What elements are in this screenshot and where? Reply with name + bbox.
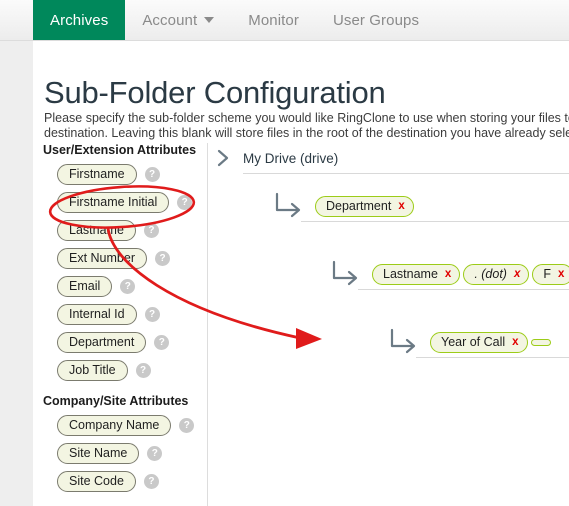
tag-label: Year of Call [441,334,506,349]
nav-left-spacer [0,0,33,40]
help-icon[interactable]: ? [177,195,193,210]
attribute-sidebar: User/Extension Attributes Firstname ? Fi… [33,143,208,506]
attribute-group-title-user-extension: User/Extension Attributes [43,143,197,157]
page-description: Please specify the sub-folder scheme you… [44,110,569,140]
attribute-item-email[interactable]: Email ? [41,276,207,297]
attribute-item-lastname[interactable]: Lastname ? [41,220,207,241]
tree-row-level-2[interactable]: Lastname x . (dot) x F x [328,259,569,289]
folder-scheme-tree: My Drive (drive) Department x Lastname x… [215,143,569,506]
attribute-pill-label[interactable]: Ext Number [57,248,147,269]
attribute-pill-label[interactable]: Internal Id [57,304,137,325]
attribute-item-firstname-initial[interactable]: Firstname Initial ? [41,192,207,213]
nav-item-archives-label: Archives [50,11,109,29]
nav-item-monitor-label: Monitor [248,11,299,29]
tree-row-level-1[interactable]: Department x [271,191,417,221]
attribute-pill-label[interactable]: Lastname [57,220,136,241]
help-icon[interactable]: ? [143,223,159,238]
attribute-item-internal-id[interactable]: Internal Id ? [41,304,207,325]
tag-list-level-3: Year of Call x [430,331,554,353]
attribute-pill-label[interactable]: Site Name [57,443,140,464]
remove-icon[interactable]: x [558,267,564,281]
tree-row-divider [416,357,569,358]
help-icon[interactable]: ? [144,307,160,322]
tag-list-level-1: Department x [315,195,417,217]
help-icon[interactable]: ? [154,335,170,350]
attribute-group-title-company-site: Company/Site Attributes [43,394,189,408]
attribute-pill-label[interactable]: Job Title [57,360,128,381]
tag-clipped[interactable] [530,338,551,346]
attribute-item-job-title[interactable]: Job Title ? [41,360,207,381]
help-icon[interactable]: ? [135,363,151,378]
branch-arrow-icon [390,328,416,354]
attribute-pill-label[interactable]: Company Name [57,415,172,436]
attribute-item-department[interactable]: Department ? [41,332,207,353]
nav-item-user-groups-label: User Groups [332,11,420,29]
attribute-pill-label[interactable]: Department [57,332,147,353]
tag-label: F [543,266,552,281]
help-icon[interactable]: ? [120,279,136,294]
tree-row-root[interactable]: My Drive (drive) [215,143,338,173]
remove-icon[interactable]: x [514,267,520,281]
nav-item-account[interactable]: Account [125,0,231,40]
attribute-pill-label[interactable]: Email [57,276,113,297]
attribute-pill-label[interactable]: Firstname [57,164,137,185]
tag-label: . (dot) [474,266,507,281]
help-icon[interactable]: ? [144,167,160,182]
tree-row-level-3[interactable]: Year of Call x [386,327,554,357]
attribute-item-ext-number[interactable]: Ext Number ? [41,248,207,269]
tree-row-divider [358,289,569,290]
tag-department[interactable]: Department x [315,195,414,217]
nav-item-monitor[interactable]: Monitor [231,0,316,40]
nav-item-archives[interactable]: Archives [33,0,126,40]
branch-arrow-icon [332,260,358,286]
help-icon[interactable]: ? [179,418,195,433]
help-icon[interactable]: ? [147,446,163,461]
attribute-item-site-name[interactable]: Site Name ? [41,443,207,464]
tree-row-divider [243,173,569,174]
attribute-item-site-code[interactable]: Site Code ? [41,471,207,492]
tree-row-divider [301,221,569,222]
remove-icon[interactable]: x [445,267,451,281]
help-icon[interactable]: ? [155,251,170,266]
attribute-pill-label[interactable]: Site Code [57,471,136,492]
tag-dot[interactable]: . (dot) x [463,263,530,285]
page-content: Sub-Folder Configuration Please specify … [33,41,569,506]
attribute-item-company-name[interactable]: Company Name ? [41,415,207,436]
nav-item-user-groups[interactable]: User Groups [316,0,436,40]
tag-lastname[interactable]: Lastname x [372,263,461,285]
page-left-gutter [0,41,33,506]
tag-label: Department [326,198,392,213]
chevron-down-icon [204,17,215,23]
tag-list-level-2: Lastname x . (dot) x F x [372,263,569,285]
remove-icon[interactable]: x [512,335,518,349]
tag-firstname-initial-clipped[interactable]: F x [532,263,569,285]
remove-icon[interactable]: x [398,199,404,213]
top-navigation-bar: Archives Account Monitor User Groups [0,0,569,41]
tree-root-label: My Drive (drive) [243,150,339,166]
nav-item-account-label: Account [142,11,198,29]
attribute-item-firstname[interactable]: Firstname ? [41,164,207,185]
help-icon[interactable]: ? [143,474,159,489]
tag-label: Lastname [383,266,438,281]
attribute-pill-label[interactable]: Firstname Initial [57,192,170,213]
branch-arrow-icon [275,192,301,218]
page-title: Sub-Folder Configuration [44,74,386,110]
tag-year-of-call[interactable]: Year of Call x [430,331,528,353]
chevron-right-icon[interactable] [215,147,231,169]
